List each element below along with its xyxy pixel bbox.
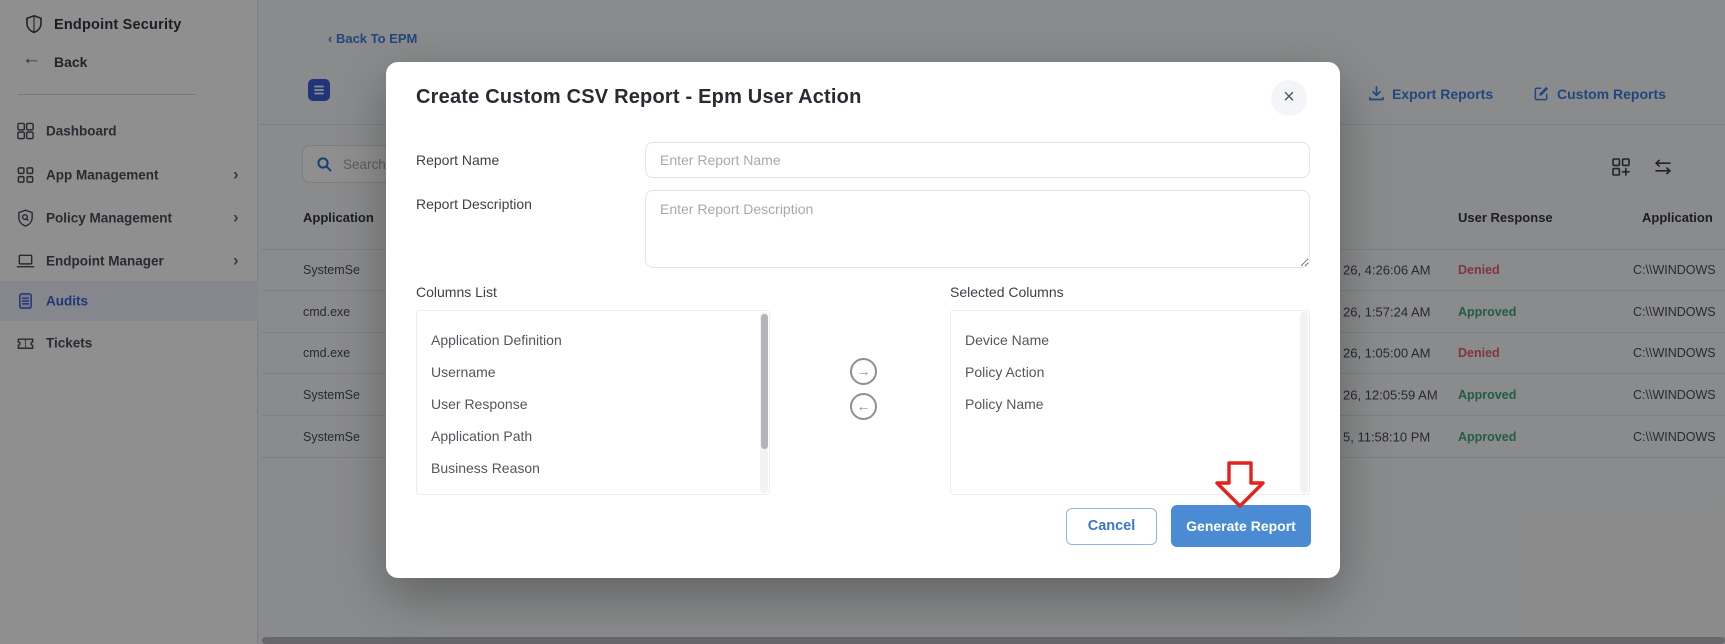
list-item[interactable]: Device Name [965,324,1309,356]
move-left-button[interactable]: ← [850,393,877,420]
arrow-left-icon: ← [856,398,871,414]
app-screen: Endpoint Security ← Back Dashboard App M… [0,0,1725,644]
report-description-input[interactable] [645,190,1310,268]
list-item[interactable]: Policy Action [965,356,1309,388]
selected-columns-box: Device Name Policy Action Policy Name [950,310,1310,495]
list-item[interactable]: Application Path [431,420,769,452]
list-item[interactable]: Signature Status [431,484,769,494]
modal-title: Create Custom CSV Report - Epm User Acti… [416,86,862,108]
scrollbar-thumb[interactable] [760,314,768,449]
columns-list: Application Definition Username User Res… [417,311,769,494]
selected-columns-list: Device Name Policy Action Policy Name [951,311,1309,420]
list-item[interactable]: User Response [431,388,769,420]
cancel-button[interactable]: Cancel [1066,508,1157,545]
arrow-right-icon: → [856,363,871,379]
close-icon[interactable]: × [1271,80,1307,116]
report-name-label: Report Name [416,152,500,168]
report-name-input[interactable] [645,142,1310,178]
list-item[interactable]: Business Reason [431,452,769,484]
list-item[interactable]: Application Definition [431,324,769,356]
selected-columns-label: Selected Columns [950,284,1064,300]
columns-list-box: Application Definition Username User Res… [416,310,770,495]
generate-report-button[interactable]: Generate Report [1171,505,1311,547]
columns-list-label: Columns List [416,284,497,300]
list-item[interactable]: Policy Name [965,388,1309,420]
scrollbar-track [1300,312,1308,493]
list-item[interactable]: Username [431,356,769,388]
create-csv-report-modal: Create Custom CSV Report - Epm User Acti… [386,62,1340,578]
move-right-button[interactable]: → [850,358,877,385]
report-description-label: Report Description [416,196,532,212]
